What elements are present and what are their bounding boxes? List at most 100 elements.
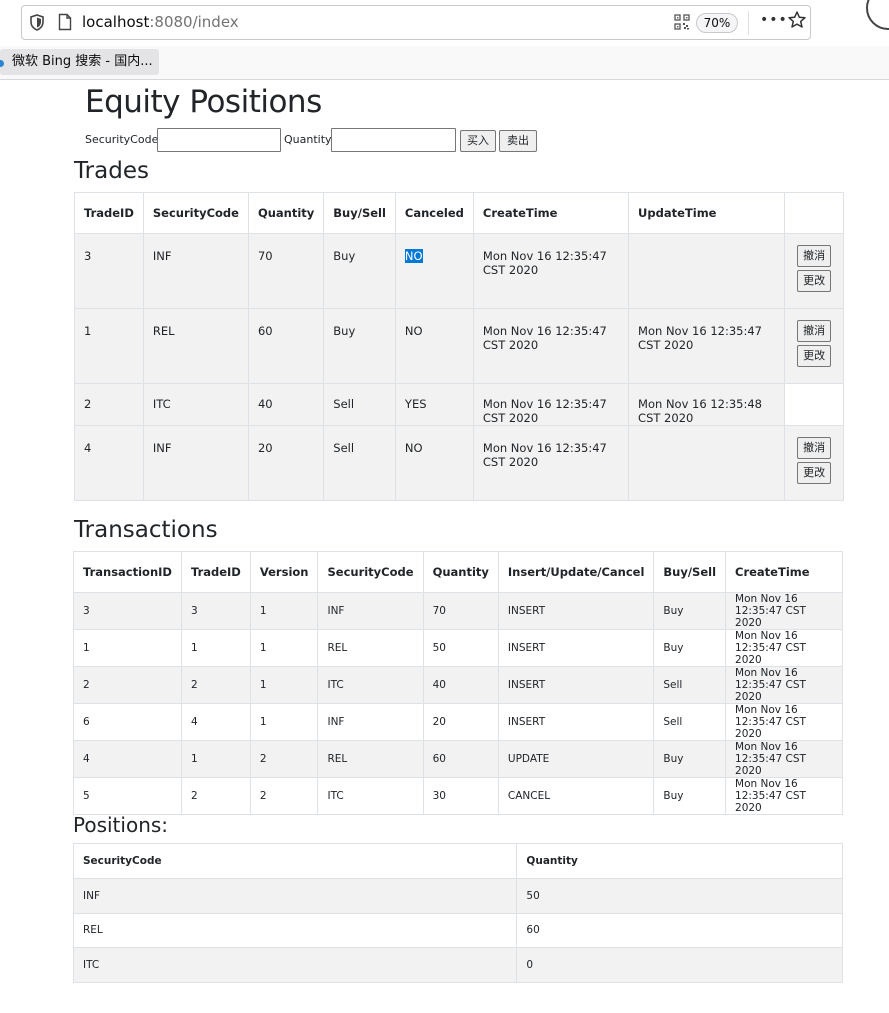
create-time: Mon Nov 16 12:35:47 CST 2020 [725,666,843,704]
shield-icon[interactable] [30,14,44,31]
security-code: INF [317,592,424,630]
buy-button[interactable]: 买入 [460,130,496,152]
security-code: ITC [142,383,249,426]
positions-header-row: SecurityCode Quantity [72,843,843,879]
transaction-id: 2 [73,666,182,704]
table-row: 4 INF 20 Sell NO Mon Nov 16 12:35:47 CST… [74,425,844,501]
security-code-label: SecurityCode: [85,133,163,146]
trades-heading: Trades [74,158,149,184]
trade-id: 1 [74,308,144,384]
column-header [784,192,844,234]
trade-id: 1 [180,740,251,778]
more-actions-icon[interactable]: ••• [760,12,788,28]
transaction-id: 1 [73,629,182,667]
buy-sell: Buy [323,308,396,384]
security-code: REL [317,629,424,667]
table-row: INF 50 [72,878,843,914]
toolbar-divider [748,11,749,35]
security-code: REL [142,308,249,384]
action-type: INSERT [497,703,655,741]
page-content: Equity Positions SecurityCode: Quantity:… [0,80,889,1013]
table-row: 5 2 2 ITC 30 CANCEL Buy Mon Nov 16 12:35:47 CST… [73,777,843,815]
security-code: INF [142,425,249,501]
qr-code-icon[interactable] [674,14,690,30]
trades-table: TradeID SecurityCode Quantity Buy/Sell C… [74,192,844,501]
trade-id: 1 [180,629,251,667]
transactions-heading: Transactions [74,517,218,543]
buy-sell: Buy [653,592,727,630]
quantity: 60 [247,308,325,384]
table-row: 2 2 1 ITC 40 INSERT Sell Mon Nov 16 12:35:47 CS… [73,666,843,704]
create-time: Mon Nov 16 12:35:47 CST 2020 [725,777,843,815]
url-text[interactable]: localhost:8080/index [82,13,239,31]
version: 1 [249,703,319,741]
security-code-input[interactable] [157,128,281,152]
modify-trade-button[interactable]: 更改 [797,345,832,367]
column-header: TradeID [180,551,251,593]
bookmarks-toolbar: 微软 Bing 搜索 - 国内... [0,46,889,80]
modify-trade-button[interactable]: 更改 [797,270,832,292]
security-code: ITC [317,777,424,815]
canceled-value: YES [394,383,474,426]
sell-button[interactable]: 卖出 [499,130,537,152]
table-row: 4 1 2 REL 60 UPDATE Buy Mon Nov 16 12:35:47 CST… [73,740,843,778]
column-header: Quantity [516,843,843,879]
transactions-header-row: TransactionID TradeID Version SecurityCo… [73,551,843,593]
security-code: ITC [72,947,518,983]
table-row: 2 ITC 40 Sell YES Mon Nov 16 12:35:47 CS… [74,383,844,426]
profile-icon[interactable] [866,0,889,30]
cancel-trade-button[interactable]: 撤消 [797,320,832,342]
trade-id: 3 [74,233,144,309]
transaction-id: 6 [73,703,182,741]
security-code: REL [317,740,424,778]
quantity: 0 [516,947,843,983]
page-title: Equity Positions [85,84,322,120]
trade-id: 2 [180,666,251,704]
url-host: localhost [82,13,150,31]
quantity: 70 [247,233,325,309]
buy-sell: Sell [323,383,396,426]
security-code: INF [72,878,518,914]
column-header: Quantity [247,192,325,234]
table-row: 3 3 1 INF 70 INSERT Buy Mon Nov 16 12:35:47 CST… [73,592,843,630]
canceled-value: NO [394,425,474,501]
positions-heading: Positions: [73,813,169,837]
trades-header-row: TradeID SecurityCode Quantity Buy/Sell C… [74,192,844,234]
bing-icon [0,60,4,67]
security-code: REL [72,912,518,948]
address-bar[interactable]: localhost:8080/index 70% ••• [21,5,811,40]
table-row: ITC 0 [72,947,843,983]
page-icon [58,13,72,31]
quantity-input[interactable] [331,128,456,152]
modify-trade-button[interactable]: 更改 [797,462,832,484]
create-time: Mon Nov 16 12:35:47 CST 2020 [725,740,843,778]
action-type: UPDATE [497,740,655,778]
quantity: 20 [247,425,325,501]
trade-id: 4 [74,425,144,501]
table-row: 1 REL 60 Buy NO Mon Nov 16 12:35:47 CST … [74,308,844,384]
transactions-table: TransactionID TradeID Version SecurityCo… [73,551,843,815]
cancel-trade-button[interactable]: 撤消 [797,245,832,267]
create-time: Mon Nov 16 12:35:47 CST 2020 [725,703,843,741]
action-type: CANCEL [497,777,655,815]
buy-sell: Buy [323,233,396,309]
action-type: INSERT [497,629,655,667]
action-type: INSERT [497,592,655,630]
update-time: Mon Nov 16 12:35:47 CST 2020 [628,308,786,384]
bookmark-item[interactable]: 微软 Bing 搜索 - 国内... [0,49,159,75]
column-header: CreateTime [472,192,630,234]
trade-id: 3 [180,592,251,630]
column-header: UpdateTime [628,192,786,234]
column-header: Buy/Sell [653,551,727,593]
zoom-indicator[interactable]: 70% [696,13,738,33]
table-row: 3 INF 70 Buy NO Mon Nov 16 12:35:47 CST … [74,233,844,309]
actions-cell: 撤消 更改 [784,233,844,309]
cancel-trade-button[interactable]: 撤消 [797,437,832,459]
transaction-id: 5 [73,777,182,815]
bookmark-star-icon[interactable] [787,10,807,30]
update-time: Mon Nov 16 12:35:48 CST 2020 [628,383,786,426]
browser-chrome: localhost:8080/index 70% ••• 微软 Bing 搜索 … [0,0,889,80]
update-time [628,425,786,501]
actions-cell [784,383,844,426]
actions-cell: 撤消 更改 [784,425,844,501]
